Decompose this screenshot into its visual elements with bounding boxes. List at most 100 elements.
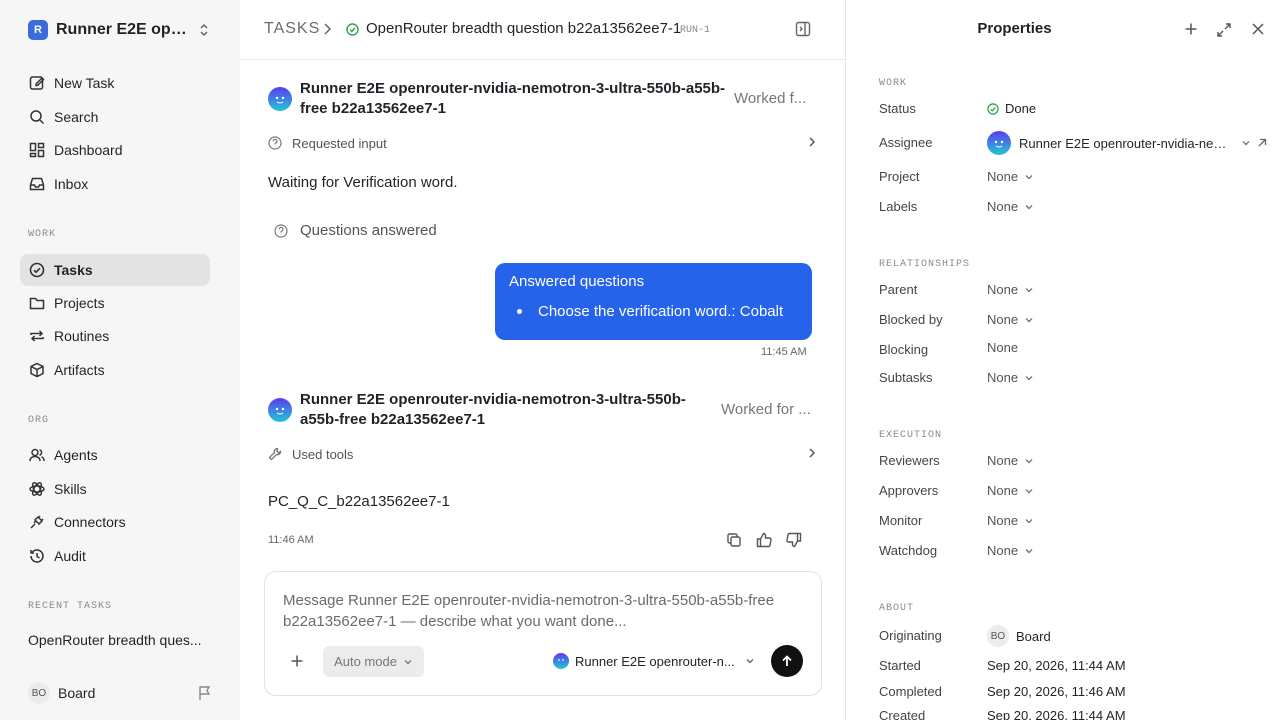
nav-projects[interactable]: Projects <box>20 287 210 319</box>
chevron-right-icon <box>322 22 332 36</box>
message-actions <box>725 531 803 549</box>
inbox-icon <box>28 175 46 193</box>
breadcrumb-root[interactable]: TASKS <box>264 20 320 38</box>
nav-routines[interactable]: Routines <box>20 320 210 352</box>
property-label: Started <box>879 658 921 673</box>
property-value[interactable]: None <box>987 312 1034 327</box>
thumbs-up-icon[interactable] <box>755 531 773 549</box>
nav-search[interactable]: Search <box>20 101 210 133</box>
worked-duration[interactable]: Worked f... <box>734 90 806 107</box>
breadcrumb: TASKS OpenRouter breadth question b22a13… <box>240 0 846 60</box>
send-button[interactable] <box>771 645 803 677</box>
recent-task-item[interactable]: OpenRouter breadth ques... <box>28 632 208 648</box>
bullet <box>517 309 522 314</box>
property-label: Project <box>879 169 920 184</box>
user-name: Board <box>58 685 96 701</box>
cube-icon <box>28 361 46 379</box>
list-item: Choose the verification word.: Cobalt <box>509 303 798 320</box>
value-text: None <box>987 513 1019 528</box>
message-timestamp: 11:45 AM <box>761 346 807 358</box>
flag-icon[interactable] <box>198 685 212 701</box>
used-tools-row[interactable]: Used tools <box>268 444 816 464</box>
sidebar: R Runner E2E open... New Task Search Das… <box>0 0 240 720</box>
message-header: Runner E2E openrouter-nvidia-nemotron-3-… <box>268 79 725 119</box>
nav-tasks[interactable]: Tasks <box>20 254 210 286</box>
agent-selector[interactable]: Runner E2E openrouter-n... <box>553 653 755 669</box>
expand-icon[interactable] <box>1216 22 1232 38</box>
property-assignee[interactable]: Assignee Runner E2E openrouter-nvidia-ne… <box>879 131 1279 155</box>
property-project[interactable]: Project None <box>879 167 1279 187</box>
repeat-icon <box>28 327 46 345</box>
worked-duration[interactable]: Worked for ... <box>721 401 811 418</box>
plus-icon[interactable] <box>290 654 304 668</box>
property-value[interactable]: None <box>987 169 1034 184</box>
tool-label: Used tools <box>292 446 354 462</box>
nav-dashboard[interactable]: Dashboard <box>20 134 210 166</box>
property-monitor[interactable]: Monitor None <box>879 511 1279 531</box>
nav-skills[interactable]: Skills <box>20 473 210 505</box>
property-approvers[interactable]: Approvers None <box>879 481 1279 501</box>
agent-avatar <box>268 398 292 422</box>
status-badge[interactable]: Done <box>987 101 1036 116</box>
section-label-about: ABOUT <box>879 603 915 614</box>
chevron-down-icon <box>1024 517 1034 525</box>
nav-connectors[interactable]: Connectors <box>20 506 210 538</box>
chevron-down-icon <box>1241 139 1251 147</box>
property-watchdog[interactable]: Watchdog None <box>879 541 1279 561</box>
copy-icon[interactable] <box>725 531 743 549</box>
nav-agents[interactable]: Agents <box>20 439 210 471</box>
nav-label: Skills <box>54 481 87 497</box>
property-value[interactable]: None <box>987 483 1034 498</box>
plus-icon[interactable] <box>1184 22 1198 36</box>
property-blocked-by[interactable]: Blocked by None <box>879 310 1279 330</box>
mode-label: Auto mode <box>334 654 397 669</box>
external-link-icon[interactable] <box>1257 138 1267 148</box>
chevron-down-icon <box>1024 203 1034 211</box>
value-text: None <box>987 543 1019 558</box>
chevron-down-icon <box>1024 547 1034 555</box>
property-status[interactable]: Status Done <box>879 99 1279 119</box>
user-menu[interactable]: BO Board <box>28 682 212 704</box>
nav-artifacts[interactable]: Artifacts <box>20 354 210 386</box>
nav-new-task[interactable]: New Task <box>20 67 210 99</box>
nav-inbox[interactable]: Inbox <box>20 168 210 200</box>
message-text: PC_Q_C_b22a13562ee7-1 <box>268 493 450 510</box>
property-value[interactable]: None <box>987 543 1034 558</box>
property-value[interactable]: None <box>987 513 1034 528</box>
property-created: Created Sep 20, 2026, 11:44 AM <box>879 706 1279 720</box>
property-labels[interactable]: Labels None <box>879 197 1279 217</box>
message-input[interactable]: Message Runner E2E openrouter-nvidia-nem… <box>283 590 803 632</box>
message-composer[interactable]: Message Runner E2E openrouter-nvidia-nem… <box>264 571 822 696</box>
property-value[interactable]: None <box>987 370 1034 385</box>
section-label-work: WORK <box>879 78 908 89</box>
property-label: Originating <box>879 628 942 643</box>
tool-label: Requested input <box>292 135 387 151</box>
requested-input-row[interactable]: Requested input <box>268 133 816 153</box>
status-done-icon <box>346 23 359 36</box>
property-reviewers[interactable]: Reviewers None <box>879 451 1279 471</box>
thumbs-down-icon[interactable] <box>785 531 803 549</box>
task-thread-panel: TASKS OpenRouter breadth question b22a13… <box>240 0 846 720</box>
property-parent[interactable]: Parent None <box>879 280 1279 300</box>
nav-label: Routines <box>54 328 110 344</box>
mode-dropdown[interactable]: Auto mode <box>323 646 424 677</box>
assignee-value[interactable]: Runner E2E openrouter-nvidia-nem... <box>987 131 1267 155</box>
property-label: Approvers <box>879 483 939 498</box>
property-completed: Completed Sep 20, 2026, 11:46 AM <box>879 682 1279 702</box>
questions-answered-label: Questions answered <box>274 222 437 239</box>
close-icon[interactable] <box>1251 22 1265 36</box>
originating-value: BO Board <box>987 625 1051 647</box>
workspace-switcher[interactable]: R Runner E2E open... <box>28 19 212 41</box>
property-blocking: Blocking None <box>879 340 1279 360</box>
value-text: Board <box>1016 628 1051 644</box>
sidebar-toggle-icon[interactable] <box>795 21 811 37</box>
nav-label: Inbox <box>54 176 89 192</box>
property-value[interactable]: None <box>987 453 1034 468</box>
chevron-updown-icon <box>198 23 210 37</box>
property-subtasks[interactable]: Subtasks None <box>879 368 1279 388</box>
nav-audit[interactable]: Audit <box>20 540 210 572</box>
section-label-relationships: RELATIONSHIPS <box>879 259 971 270</box>
property-value[interactable]: None <box>987 199 1034 214</box>
property-value[interactable]: None <box>987 282 1034 297</box>
workspace-logo: R <box>28 20 48 40</box>
